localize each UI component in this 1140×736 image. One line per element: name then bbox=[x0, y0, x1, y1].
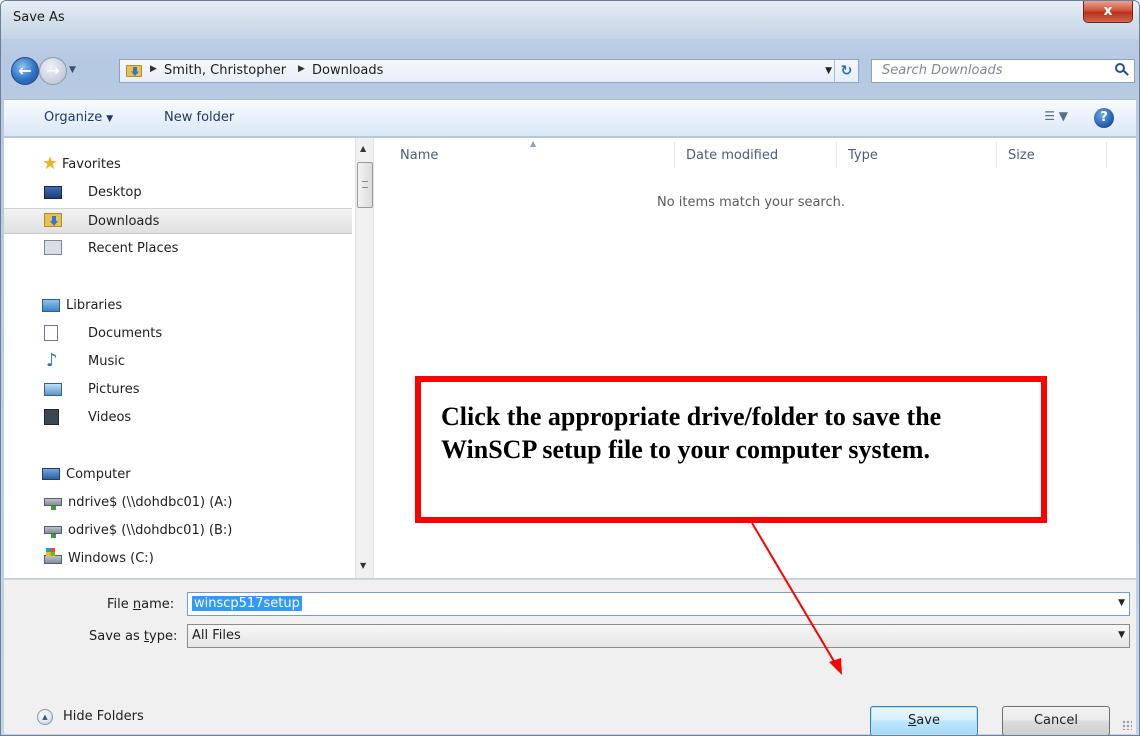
nav-music-label: Music bbox=[88, 354, 125, 369]
column-header-type[interactable]: Type bbox=[848, 148, 878, 163]
nav-drive-b[interactable]: odrive$ (\\dohdbc01) (B:) bbox=[4, 518, 352, 544]
nav-scrollbar[interactable]: ▲ ▼ bbox=[355, 138, 373, 578]
pictures-icon bbox=[44, 383, 62, 396]
star-icon: ★ bbox=[42, 153, 59, 174]
instruction-text: Click the appropriate drive/folder to sa… bbox=[441, 402, 942, 464]
change-view-icon[interactable]: ☰ ▼ bbox=[1044, 109, 1068, 123]
cancel-button[interactable]: Cancel bbox=[1002, 706, 1110, 735]
nav-desktop[interactable]: Desktop bbox=[4, 180, 352, 206]
nav-videos-label: Videos bbox=[88, 410, 132, 425]
downloads-folder-icon bbox=[126, 63, 142, 78]
organize-menu[interactable]: Organize ▼ bbox=[44, 110, 113, 125]
downloads-folder-icon bbox=[44, 213, 62, 227]
address-bar[interactable]: ▶ Smith, Christopher ▶ Downloads ▼ ↻ bbox=[119, 59, 859, 83]
empty-list-message: No items match your search. bbox=[657, 195, 846, 210]
file-name-dropdown-icon[interactable]: ▼ bbox=[1118, 598, 1125, 608]
command-toolbar: Organize ▼ New folder ☰ ▼ ? bbox=[4, 99, 1136, 137]
nav-favorites-label: Favorites bbox=[62, 157, 121, 172]
nav-drive-a-label: ndrive$ (\\dohdbc01) (A:) bbox=[68, 495, 233, 510]
column-header-name[interactable]: Name bbox=[400, 148, 438, 163]
sort-ascending-icon: ▲ bbox=[530, 139, 537, 148]
refresh-icon[interactable]: ↻ bbox=[834, 60, 858, 82]
breadcrumb-downloads[interactable]: Downloads bbox=[312, 63, 383, 78]
nav-documents-label: Documents bbox=[88, 326, 163, 341]
column-header-date-modified[interactable]: Date modified bbox=[686, 148, 778, 163]
scroll-up-icon[interactable]: ▲ bbox=[360, 144, 366, 153]
nav-pictures-label: Pictures bbox=[88, 382, 140, 397]
close-button[interactable]: x bbox=[1083, 1, 1133, 23]
nav-drive-c[interactable]: Windows (C:) bbox=[4, 546, 352, 572]
nav-computer[interactable]: Computer bbox=[4, 462, 352, 488]
new-folder-button[interactable]: New folder bbox=[164, 110, 234, 125]
scroll-down-icon[interactable]: ▼ bbox=[360, 561, 366, 570]
save-as-type-select[interactable]: All Files ▼ bbox=[187, 624, 1130, 648]
navigation-pane: ★ Favorites Desktop Downloads Recent Pla… bbox=[4, 138, 373, 578]
collapse-up-icon: ▲ bbox=[37, 709, 53, 725]
window-title: Save As bbox=[13, 10, 65, 25]
nav-documents[interactable]: Documents bbox=[4, 321, 352, 347]
forward-button[interactable]: → bbox=[39, 57, 67, 85]
nav-downloads[interactable]: Downloads bbox=[4, 208, 352, 234]
hide-folders-label: Hide Folders bbox=[63, 709, 144, 724]
network-drive-icon bbox=[44, 498, 62, 510]
file-name-value: winscp517setup bbox=[192, 596, 302, 611]
file-name-field[interactable]: winscp517setup ▼ bbox=[187, 592, 1130, 616]
save-as-type-value: All Files bbox=[192, 628, 241, 643]
breadcrumb-separator-icon[interactable]: ▶ bbox=[298, 64, 305, 74]
save-options-panel: File name: winscp517setup ▼ Save as type… bbox=[4, 579, 1136, 735]
nav-recent-places-label: Recent Places bbox=[88, 241, 179, 256]
back-button[interactable]: ← bbox=[11, 57, 39, 85]
documents-icon bbox=[44, 325, 58, 341]
search-icon[interactable] bbox=[1115, 63, 1129, 77]
nav-videos[interactable]: Videos bbox=[4, 405, 352, 431]
save-button[interactable]: Save bbox=[870, 706, 978, 735]
hide-folders-button[interactable]: ▲ Hide Folders bbox=[37, 707, 177, 729]
videos-icon bbox=[44, 409, 59, 425]
nav-drive-a[interactable]: ndrive$ (\\dohdbc01) (A:) bbox=[4, 490, 352, 516]
nav-recent-places[interactable]: Recent Places bbox=[4, 236, 352, 262]
network-drive-icon bbox=[44, 526, 62, 538]
recent-pages-dropdown-icon[interactable]: ▼ bbox=[69, 65, 76, 75]
computer-icon bbox=[42, 468, 60, 480]
title-bar: Save As x bbox=[1, 1, 1139, 39]
breadcrumb-user[interactable]: Smith, Christopher bbox=[164, 63, 286, 78]
nav-desktop-label: Desktop bbox=[88, 185, 142, 200]
save-as-type-dropdown-icon[interactable]: ▼ bbox=[1118, 630, 1125, 640]
nav-music[interactable]: ♪ Music bbox=[4, 349, 352, 375]
instruction-callout: Click the appropriate drive/folder to sa… bbox=[415, 376, 1047, 523]
resize-grip-icon[interactable] bbox=[1122, 720, 1132, 730]
nav-libraries[interactable]: Libraries bbox=[4, 293, 352, 319]
save-as-dialog: Save As x ← → ▼ ▶ Smith, Christopher ▶ D… bbox=[0, 0, 1140, 736]
nav-drive-c-label: Windows (C:) bbox=[68, 551, 154, 566]
help-icon[interactable]: ? bbox=[1094, 108, 1114, 128]
save-as-type-label: Save as type: bbox=[89, 629, 178, 644]
column-header-size[interactable]: Size bbox=[1008, 148, 1035, 163]
nav-computer-label: Computer bbox=[66, 467, 131, 482]
recent-places-icon bbox=[44, 240, 62, 255]
search-placeholder: Search Downloads bbox=[882, 63, 1003, 78]
scroll-thumb[interactable] bbox=[357, 162, 373, 208]
nav-drive-b-label: odrive$ (\\dohdbc01) (B:) bbox=[68, 523, 233, 538]
music-icon: ♪ bbox=[46, 350, 58, 371]
libraries-icon bbox=[42, 299, 60, 312]
windows-drive-icon bbox=[44, 548, 62, 564]
search-input[interactable]: Search Downloads bbox=[871, 59, 1135, 83]
nav-downloads-label: Downloads bbox=[88, 214, 160, 229]
desktop-icon bbox=[44, 186, 62, 199]
file-name-label: File name: bbox=[107, 597, 175, 612]
nav-pictures[interactable]: Pictures bbox=[4, 377, 352, 403]
nav-favorites[interactable]: ★ Favorites bbox=[4, 152, 352, 178]
nav-libraries-label: Libraries bbox=[66, 298, 123, 313]
address-bar-row: ← → ▼ ▶ Smith, Christopher ▶ Downloads ▼… bbox=[1, 53, 1139, 87]
breadcrumb-separator-icon[interactable]: ▶ bbox=[150, 64, 157, 74]
address-dropdown-icon[interactable]: ▼ bbox=[825, 66, 832, 76]
